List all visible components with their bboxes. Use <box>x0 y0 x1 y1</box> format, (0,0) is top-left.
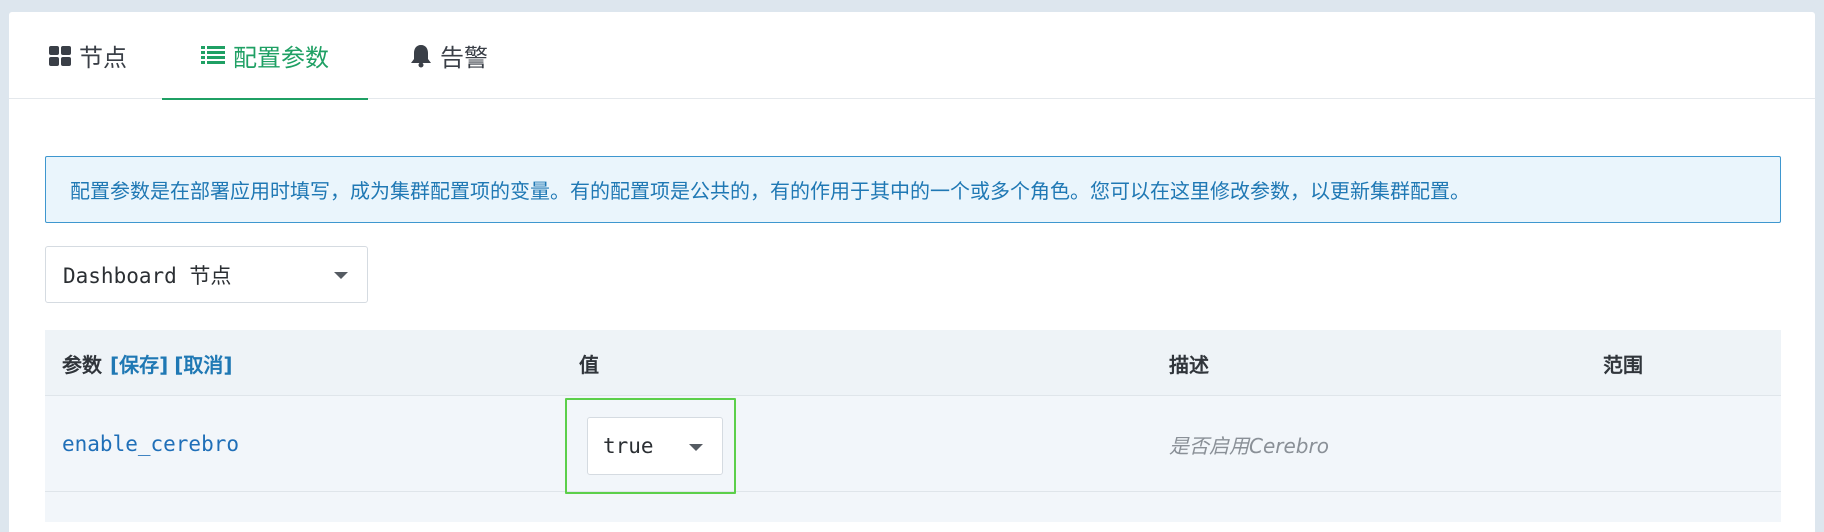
header-desc: 描述 <box>1169 352 1209 377</box>
param-description: 是否启用Cerebro <box>1169 433 1329 458</box>
config-table: 参数 [保存] [取消] 值 描述 范围 enable_cerebro true… <box>45 330 1781 522</box>
tab-label: 节点 <box>79 44 127 72</box>
caret-down-icon <box>689 444 703 451</box>
tab-label: 告警 <box>440 44 488 72</box>
tab-nodes[interactable]: 节点 <box>43 12 133 99</box>
header-param-label: 参数 <box>62 352 102 377</box>
param-name[interactable]: enable_cerebro <box>62 396 239 492</box>
info-text: 配置参数是在部署应用时填写，成为集群配置项的变量。有的配置项是公共的，有的作用于… <box>70 179 1470 203</box>
info-alert: 配置参数是在部署应用时填写，成为集群配置项的变量。有的配置项是公共的，有的作用于… <box>45 156 1781 223</box>
header-value: 值 <box>579 352 599 377</box>
table-header: 参数 [保存] [取消] 值 描述 范围 <box>45 330 1781 396</box>
bell-icon <box>410 44 432 68</box>
header-scope: 范围 <box>1603 352 1643 377</box>
tab-bar: 节点 配置参数 告警 <box>9 12 1815 100</box>
role-select[interactable]: Dashboard 节点 <box>45 246 368 303</box>
save-link[interactable]: [保存] <box>110 349 168 378</box>
cancel-link[interactable]: [取消] <box>174 349 232 378</box>
caret-down-icon <box>334 272 348 279</box>
value-highlight: true <box>565 398 736 494</box>
tab-config[interactable]: 配置参数 <box>162 12 368 100</box>
tab-alerts[interactable]: 告警 <box>399 12 499 99</box>
grid-icon <box>49 45 71 66</box>
tab-label: 配置参数 <box>233 43 329 72</box>
list-icon <box>201 45 225 65</box>
main-panel: 节点 配置参数 告警 配置参数是在部署应用时填写，成为集群配置项的变量。有的配置… <box>9 12 1815 532</box>
table-row: enable_cerebro true 是否启用Cerebro <box>45 396 1781 494</box>
table-row-partial <box>45 492 1781 522</box>
header-param: 参数 [保存] [取消] <box>62 330 233 396</box>
value-select[interactable]: true <box>587 417 723 475</box>
role-select-value: Dashboard 节点 <box>63 263 232 288</box>
value-select-value: true <box>603 434 654 458</box>
